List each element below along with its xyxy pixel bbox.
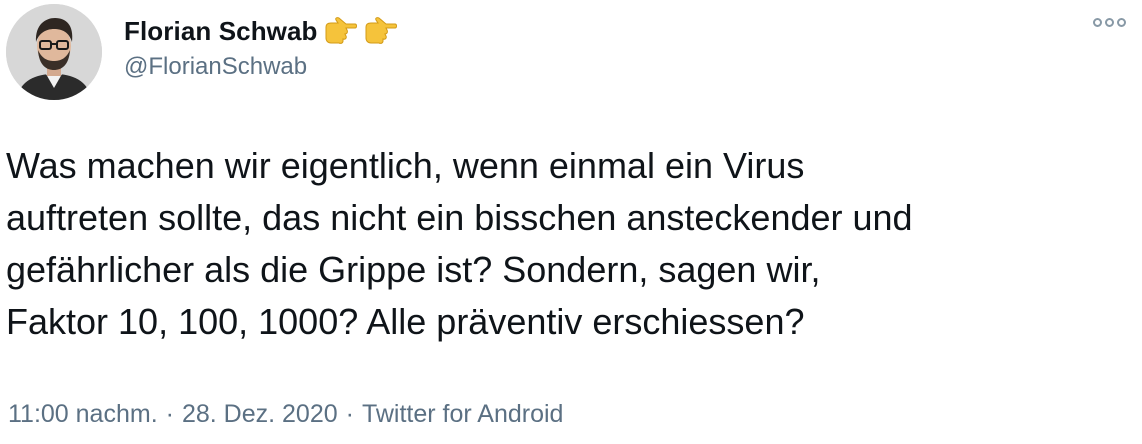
meta-separator: ·: [165, 400, 174, 428]
dot-icon: [1105, 18, 1114, 27]
tweet-text-line: Was machen wir eigentlich, wenn einmal e…: [6, 145, 805, 186]
tweet-source[interactable]: Twitter for Android: [362, 400, 563, 429]
tweet-text-line: gefährlicher als die Grippe ist? Sondern…: [6, 249, 821, 290]
dot-icon: [1117, 18, 1126, 27]
meta-separator: ·: [345, 400, 354, 428]
tweet-text-line: auftreten sollte, das nicht ein bisschen…: [6, 197, 913, 238]
more-options-icon[interactable]: [1093, 18, 1126, 27]
pointing-right-emoji-icon: [324, 17, 358, 45]
tweet-text: Was machen wir eigentlich, wenn einmal e…: [6, 140, 1136, 348]
avatar[interactable]: [6, 4, 102, 100]
user-handle[interactable]: @FlorianSchwab: [124, 53, 307, 81]
tweet-meta: 11:00 nachm. · 28. Dez. 2020 · Twitter f…: [8, 400, 563, 429]
avatar-image: [6, 4, 102, 100]
tweet-text-line: Faktor 10, 100, 1000? Alle präventiv ers…: [6, 301, 805, 342]
tweet-time[interactable]: 11:00 nachm.: [8, 400, 158, 429]
tweet-date[interactable]: 28. Dez. 2020: [182, 400, 338, 429]
name-row: Florian Schwab: [124, 14, 398, 48]
pointing-right-emoji-icon: [364, 17, 398, 45]
dot-icon: [1093, 18, 1102, 27]
display-name[interactable]: Florian Schwab: [124, 16, 318, 47]
tweet-card: Florian Schwab @FlorianSchwab Was machen…: [0, 0, 1142, 444]
